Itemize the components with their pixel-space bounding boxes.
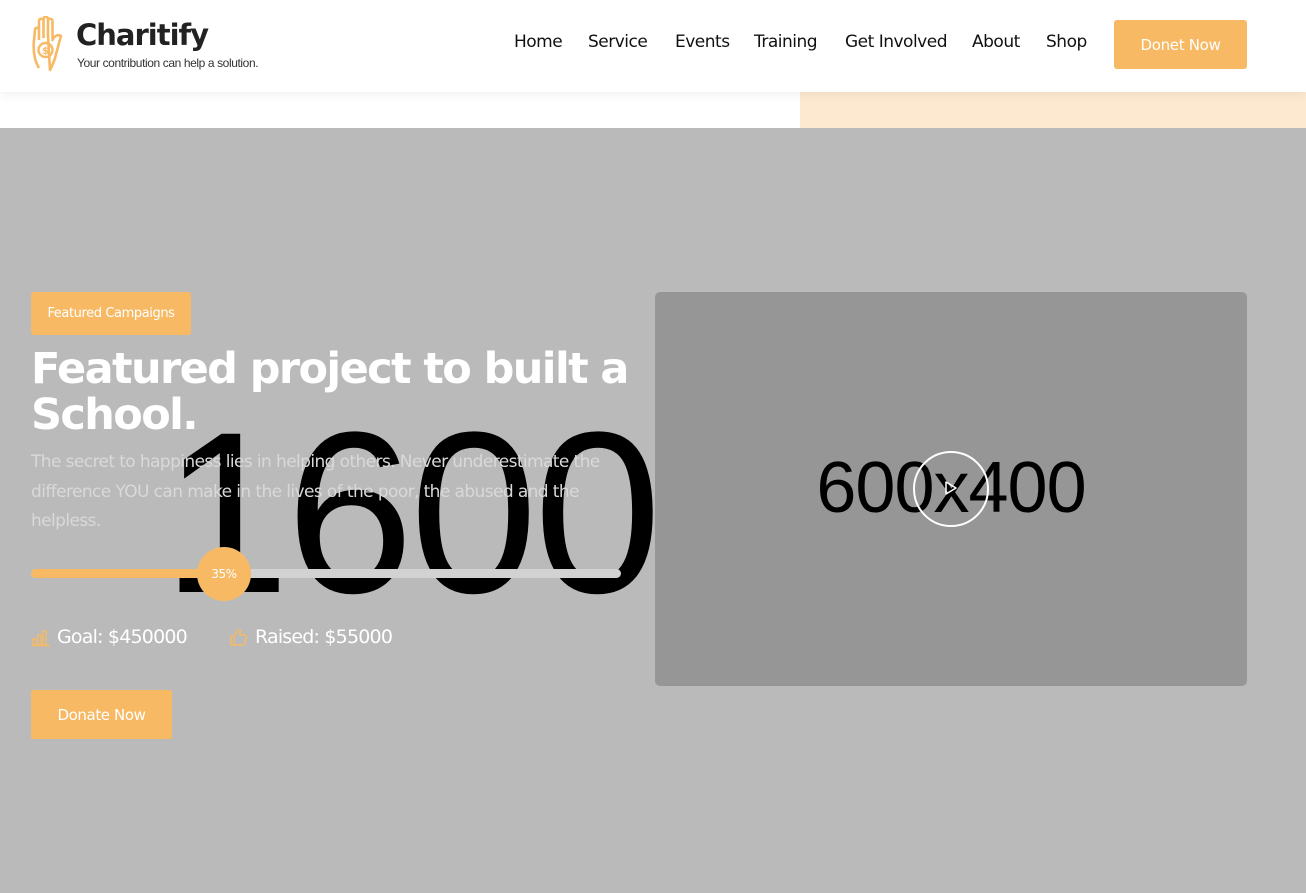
header-donate-button[interactable]: Donet Now [1114, 20, 1247, 69]
nav-item-get-involved[interactable]: Get Involved [845, 32, 948, 52]
donate-now-button[interactable]: Donate Now [31, 690, 172, 739]
nav-item-shop[interactable]: Shop [1046, 32, 1087, 52]
svg-text:$: $ [42, 46, 49, 57]
nav-item-home[interactable]: Home [514, 32, 563, 52]
site-logo[interactable]: $ Charitify Your contribution can help a… [30, 16, 270, 74]
raised-amount: Raised: $55000 [255, 626, 393, 648]
goal-amount: Goal: $450000 [57, 626, 188, 648]
play-icon [945, 481, 957, 495]
nav-item-service[interactable]: Service [588, 32, 648, 52]
play-video-button[interactable] [913, 451, 989, 527]
nav-item-about[interactable]: About [972, 32, 1020, 52]
raised-stat: Raised: $55000 [229, 623, 393, 651]
site-header: $ Charitify Your contribution can help a… [0, 0, 1306, 92]
video-thumbnail[interactable]: 600x400 [655, 292, 1247, 686]
progress-bar [31, 569, 621, 578]
bar-chart-icon [32, 630, 50, 647]
thumbs-up-icon [230, 628, 248, 646]
featured-badge: Featured Campaigns [31, 292, 191, 335]
featured-campaign-section: 1600x Featured Campaigns Featured projec… [0, 128, 1306, 893]
nav-item-training[interactable]: Training [754, 32, 818, 52]
campaign-description: The secret to happiness lies in helping … [31, 452, 600, 531]
hand-coin-logo-icon: $ [32, 16, 63, 72]
goal-stat: Goal: $450000 [31, 623, 188, 651]
decorative-shape [800, 92, 1306, 128]
nav-item-events[interactable]: Events [675, 32, 730, 52]
progress-percent-badge: 35% [197, 547, 251, 601]
header-strip [0, 92, 1306, 128]
brand-name: Charitify [76, 18, 209, 52]
brand-tagline: Your contribution can help a solution. [77, 56, 259, 70]
campaign-title: Featured project to built a School. [31, 344, 629, 440]
